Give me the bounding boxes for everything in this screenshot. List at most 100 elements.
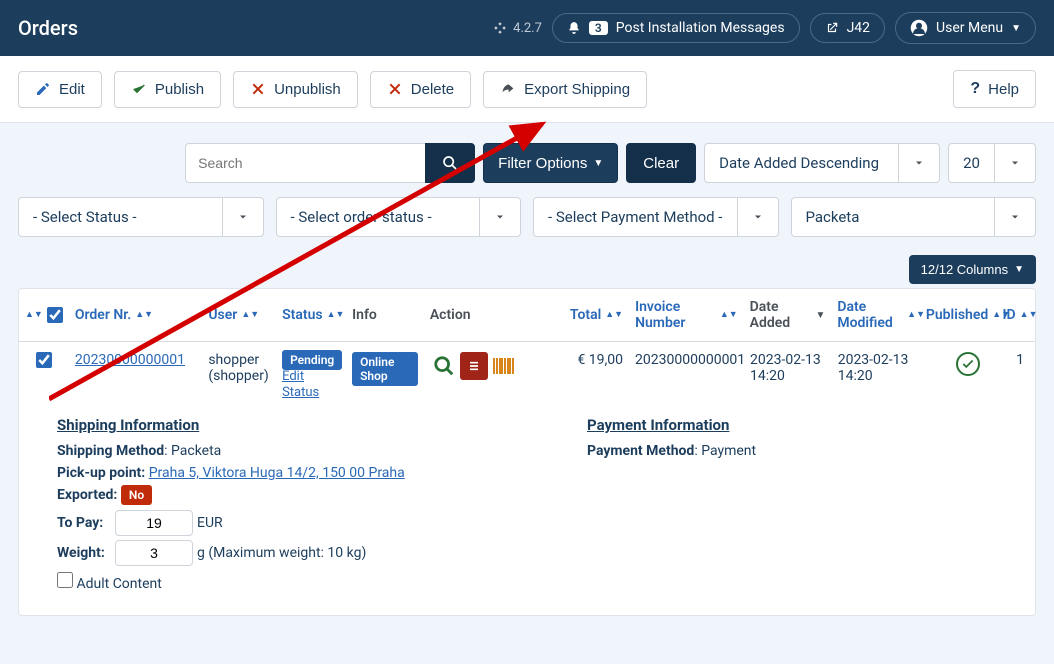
user-login: (shopper) (208, 368, 270, 384)
weight-label: Weight: (57, 542, 111, 564)
limit-select[interactable]: 20 (948, 143, 1036, 183)
chevron-down-icon (237, 211, 249, 223)
chevron-down-icon: ▼ (1014, 264, 1024, 275)
x-icon (250, 81, 266, 97)
sort-select[interactable]: Date Added Descending (704, 143, 940, 183)
version-label: 4.2.7 (493, 21, 542, 36)
user-icon (910, 19, 928, 37)
col-info: Info (346, 299, 424, 331)
search-input[interactable] (185, 143, 425, 183)
notification-label: Post Installation Messages (616, 20, 785, 36)
filter-payment-method-select[interactable]: - Select Payment Method - (533, 197, 779, 237)
site-link-pill[interactable]: J42 (810, 13, 885, 43)
weight-unit: g (Maximum weight: 10 kg) (197, 542, 366, 564)
published-icon[interactable] (956, 352, 980, 376)
ship-method-label: Shipping Method (57, 443, 164, 459)
col-status[interactable]: Status▲▼ (276, 299, 346, 331)
adult-label: Adult Content (76, 576, 161, 592)
search-icon (442, 155, 458, 171)
select-all-checkbox[interactable] (47, 307, 63, 323)
col-order-nr[interactable]: Order Nr.▲▼ (69, 299, 203, 331)
export-shipping-button[interactable]: Export Shipping (483, 71, 647, 108)
notifications-pill[interactable]: 3 Post Installation Messages (552, 13, 800, 43)
col-date-added[interactable]: Date Added ▼ (744, 299, 832, 331)
sort-icon: ▲▼ (907, 312, 925, 319)
pickup-label: Pick-up point: (57, 465, 145, 481)
total-cell: € 19,00 (549, 352, 629, 368)
barcode-action-icon[interactable] (490, 352, 518, 380)
delete-button[interactable]: Delete (370, 71, 471, 108)
sort-icon: ▲▼ (327, 312, 345, 319)
filter-options-button[interactable]: Filter Options▼ (483, 143, 618, 183)
clear-button[interactable]: Clear (626, 143, 696, 183)
page-title: Orders (18, 16, 78, 40)
col-invoice[interactable]: Invoice Number▲▼ (629, 299, 744, 331)
col-published[interactable]: Published▲▼ (931, 299, 1005, 331)
sort-icon: ▲▼ (720, 312, 738, 319)
orders-table: ▲▼ Order Nr.▲▼ User▲▼ Status▲▼ Info Acti… (18, 288, 1036, 616)
id-cell: 1 (1005, 352, 1035, 368)
ship-method-value: Packeta (171, 443, 221, 459)
exported-badge: No (121, 485, 152, 505)
weight-input[interactable] (115, 540, 193, 566)
filter-order-status-select[interactable]: - Select order status - (276, 197, 522, 237)
topay-input[interactable] (115, 510, 193, 536)
pay-method-value: Payment (701, 443, 756, 459)
order-link[interactable]: 20230000000001 (75, 352, 185, 368)
user-name: shopper (208, 352, 270, 368)
chevron-down-icon (1009, 157, 1021, 169)
edit-button[interactable]: Edit (18, 71, 102, 108)
check-icon (131, 81, 147, 97)
exported-label: Exported: (57, 487, 117, 503)
view-action-icon[interactable] (430, 352, 458, 380)
chevron-down-icon (752, 211, 764, 223)
columns-button[interactable]: 12/12 Columns▼ (909, 255, 1036, 284)
modified-cell: 2023-02-13 14:20 (832, 352, 932, 384)
shipping-info-heading: Shipping Information (57, 416, 547, 434)
info-badge: Online Shop (352, 352, 418, 386)
edit-status-link[interactable]: Edit Status (282, 369, 319, 400)
list-action-icon[interactable] (460, 352, 488, 380)
sort-icon: ▲▼ (1020, 312, 1038, 319)
external-link-icon (825, 21, 839, 35)
unpublish-button[interactable]: Unpublish (233, 71, 358, 108)
pickup-link[interactable]: Praha 5, Viktora Huga 14/2, 150 00 Praha (149, 465, 405, 481)
search-button[interactable] (425, 143, 475, 183)
pencil-icon (35, 81, 51, 97)
sort-icon[interactable]: ▲▼ (25, 312, 43, 319)
chevron-down-icon (494, 211, 506, 223)
share-icon (500, 81, 516, 97)
invoice-cell: 20230000000001 (629, 352, 744, 368)
row-checkbox[interactable] (36, 352, 52, 368)
status-badge: Pending (282, 350, 342, 370)
topay-label: To Pay: (57, 512, 111, 534)
table-row: 20230000000001 shopper(shopper) PendingE… (19, 342, 1035, 410)
filter-status-select[interactable]: - Select Status - (18, 197, 264, 237)
x-icon (387, 81, 403, 97)
payment-info-heading: Payment Information (587, 416, 756, 434)
col-date-modified[interactable]: Date Modified▲▼ (831, 299, 931, 331)
col-user[interactable]: User▲▼ (202, 299, 276, 331)
help-button[interactable]: ?Help (953, 70, 1036, 108)
bell-icon (567, 21, 581, 35)
topay-unit: EUR (197, 512, 223, 534)
user-menu-pill[interactable]: User Menu ▼ (895, 12, 1036, 44)
sort-icon: ▲▼ (135, 312, 153, 319)
sort-desc-icon: ▼ (815, 310, 825, 321)
sort-icon: ▲▼ (605, 312, 623, 319)
added-cell: 2023-02-13 14:20 (744, 352, 832, 384)
chevron-down-icon: ▼ (593, 158, 603, 169)
question-icon: ? (970, 80, 980, 98)
chevron-down-icon (1009, 211, 1021, 223)
pay-method-label: Payment Method (587, 443, 694, 459)
chevron-down-icon (913, 157, 925, 169)
col-action: Action (424, 299, 550, 331)
publish-button[interactable]: Publish (114, 71, 221, 108)
col-total[interactable]: Total▲▼ (549, 299, 629, 331)
filter-shipping-method-select[interactable]: Packeta (791, 197, 1037, 237)
notification-count: 3 (589, 21, 608, 35)
adult-content-checkbox[interactable] (57, 572, 73, 588)
chevron-down-icon: ▼ (1011, 23, 1021, 34)
sort-icon: ▲▼ (241, 312, 259, 319)
col-id[interactable]: ID▲▼ (1005, 299, 1035, 331)
